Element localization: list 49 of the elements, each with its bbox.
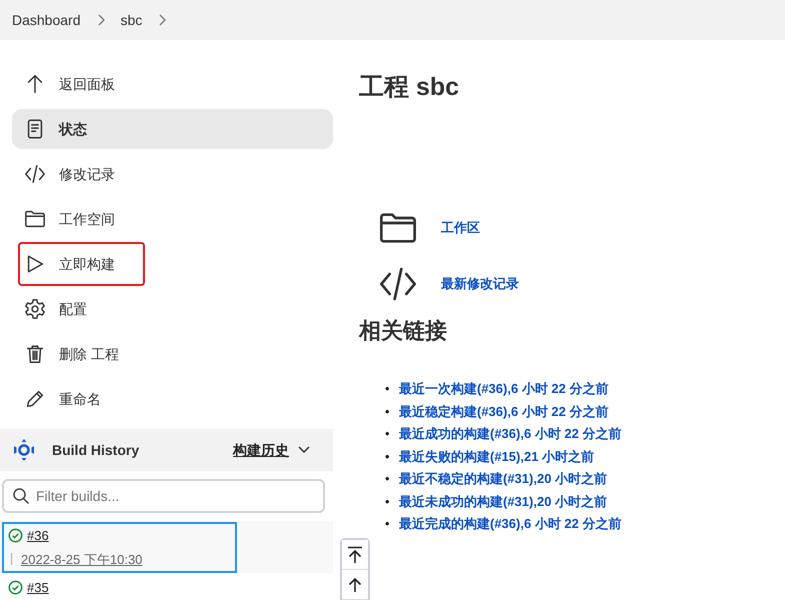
arrow-up-icon xyxy=(347,576,363,592)
panel-title: Build History xyxy=(52,440,140,460)
sidebar-item[interactable]: 返回面板 xyxy=(12,64,333,104)
shortcut-link[interactable]: 工作区 xyxy=(441,218,480,238)
search-icon xyxy=(12,487,30,505)
permalink[interactable]: 最近未成功的构建(#31),20 小时之前 xyxy=(399,490,608,514)
pencil-icon xyxy=(24,388,46,410)
bullet-mark: • xyxy=(385,425,391,444)
permalink[interactable]: 最近不稳定的构建(#31),20 小时之前 xyxy=(399,468,608,491)
bullet-mark: • xyxy=(385,380,391,398)
permalink[interactable]: 最近失败的构建(#15),21 小时之前 xyxy=(399,446,594,468)
permalink[interactable]: 最近稳定构建(#36),6 小时 22 分之前 xyxy=(399,400,608,424)
scroll-to-top-button[interactable] xyxy=(342,540,368,570)
folder-icon xyxy=(24,208,46,230)
chevron-right-icon xyxy=(158,14,166,26)
arrow-to-top-icon xyxy=(347,546,363,564)
build-number-link[interactable]: #36 xyxy=(27,526,49,546)
permalink[interactable]: 最近完成的构建(#36),6 小时 22 分之前 xyxy=(399,513,622,536)
filter-field[interactable]: Filter builds... xyxy=(2,479,325,513)
breadcrumb-link[interactable]: Dashboard xyxy=(12,10,80,30)
build-time-link[interactable]: 2022-8-25 下午10:30 xyxy=(21,550,142,569)
build-item[interactable]: #35 xyxy=(4,576,235,598)
bullet-mark: • xyxy=(385,492,391,511)
success-check-icon xyxy=(8,528,23,544)
sidebar-item[interactable]: 立即构建 xyxy=(20,244,143,284)
sidebar-item[interactable]: 修改记录 xyxy=(12,154,333,194)
gear-icon xyxy=(24,298,46,320)
build-history-icon xyxy=(12,438,36,462)
sidebar-item[interactable]: 工作空间 xyxy=(12,199,333,239)
section-heading: 相关链接 xyxy=(359,318,448,344)
bullet-mark: • xyxy=(385,448,391,466)
bullet-mark: • xyxy=(385,515,391,534)
history-link[interactable]: 构建历史 xyxy=(233,440,289,460)
chevron-right-icon xyxy=(96,14,104,26)
bullet-mark: • xyxy=(385,402,391,421)
trash-icon xyxy=(24,343,46,365)
success-check-icon xyxy=(8,580,23,596)
permalink[interactable]: 最近成功的构建(#36),6 小时 22 分之前 xyxy=(399,423,622,446)
sidebar-item[interactable]: 配置 xyxy=(12,289,333,329)
permalink[interactable]: 最近一次构建(#36),6 小时 22 分之前 xyxy=(399,378,608,401)
build-number-link[interactable]: #35 xyxy=(27,578,49,598)
code-icon xyxy=(24,163,46,185)
sidebar-item[interactable]: 状态 xyxy=(12,109,333,149)
breadcrumb-link[interactable]: sbc xyxy=(120,10,142,30)
sidebar-item[interactable]: 删除 工程 xyxy=(12,334,333,374)
page-title: 工程 sbc xyxy=(359,72,460,102)
sidebar-item[interactable]: 重命名 xyxy=(12,379,333,419)
shortcut-link[interactable]: 最新修改记录 xyxy=(441,274,519,294)
bullet-mark: • xyxy=(385,470,391,488)
